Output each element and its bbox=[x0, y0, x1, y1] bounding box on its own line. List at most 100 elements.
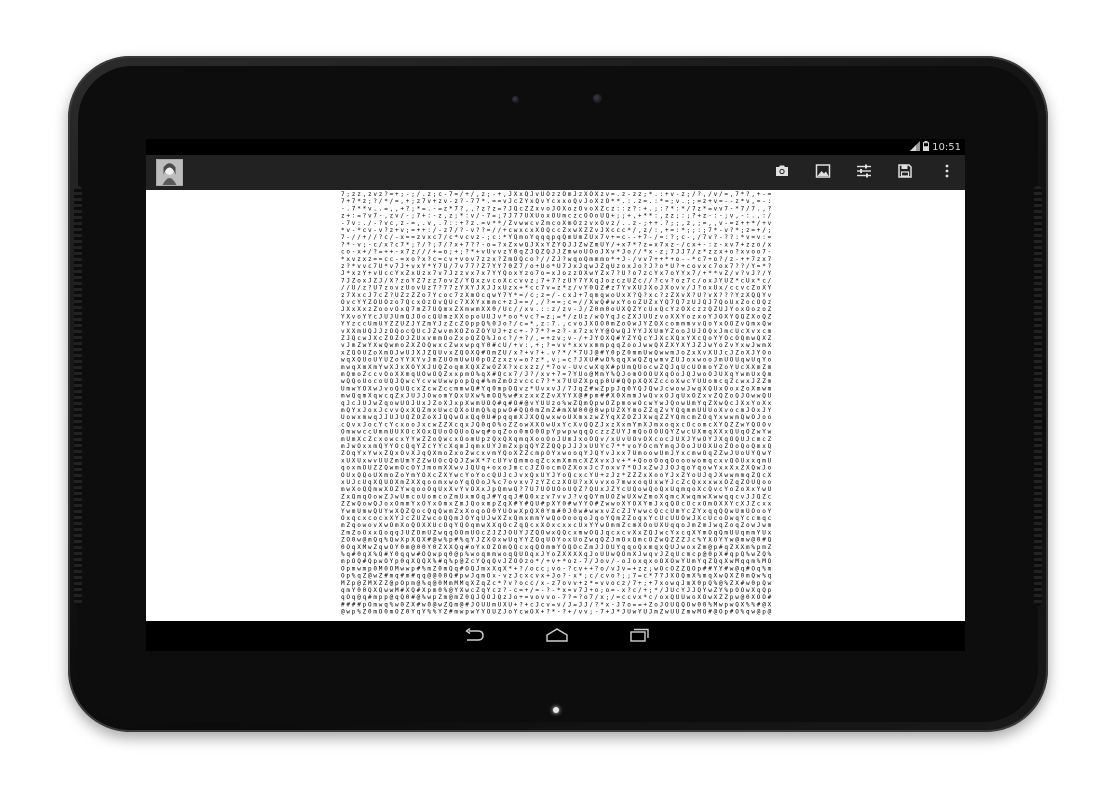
ascii-glyph: o bbox=[530, 270, 534, 277]
ascii-glyph: - bbox=[341, 205, 345, 212]
ascii-glyph: w bbox=[746, 537, 750, 544]
ascii-glyph: w bbox=[762, 385, 766, 392]
gallery-button[interactable] bbox=[810, 160, 836, 186]
ascii-glyph: m bbox=[406, 544, 410, 551]
home-button[interactable] bbox=[542, 626, 572, 646]
ascii-glyph: % bbox=[352, 573, 356, 580]
ascii-glyph: c bbox=[741, 277, 745, 284]
ascii-glyph: / bbox=[492, 227, 496, 234]
ascii-glyph: J bbox=[660, 551, 664, 558]
ascii-glyph: x bbox=[357, 414, 361, 421]
ascii-glyph: m bbox=[454, 493, 458, 500]
ascii-glyph: / bbox=[541, 256, 545, 263]
ascii-glyph: c bbox=[373, 313, 377, 320]
ascii-glyph: q bbox=[390, 529, 394, 536]
ascii-glyph: + bbox=[616, 256, 620, 263]
ascii-glyph: Z bbox=[649, 299, 653, 306]
ascii-glyph: x bbox=[346, 256, 350, 263]
ascii-glyph: w bbox=[427, 515, 431, 522]
camera-button[interactable] bbox=[769, 160, 795, 186]
ascii-glyph: ? bbox=[643, 292, 647, 299]
ascii-glyph: Z bbox=[508, 220, 512, 227]
ascii-glyph: O bbox=[541, 529, 545, 536]
ascii-glyph: Q bbox=[346, 407, 350, 414]
ascii-glyph: q bbox=[746, 609, 750, 616]
ascii-glyph: Q bbox=[346, 378, 350, 385]
ascii-glyph: # bbox=[703, 565, 707, 572]
ascii-glyph: c bbox=[676, 493, 680, 500]
ascii-glyph: o bbox=[573, 450, 577, 457]
ascii-glyph: Q bbox=[735, 393, 739, 400]
ascii-glyph: M bbox=[735, 558, 739, 565]
ascii-glyph: : bbox=[762, 213, 766, 220]
ascii-glyph: c bbox=[692, 551, 696, 558]
ascii-glyph: c bbox=[535, 565, 539, 572]
ascii-glyph: J bbox=[616, 565, 620, 572]
ascii-glyph: - bbox=[633, 234, 637, 241]
ascii-glyph: O bbox=[562, 544, 566, 551]
ascii-glyph: Y bbox=[341, 508, 345, 515]
ascii-glyph: J bbox=[714, 277, 718, 284]
ascii-glyph: m bbox=[703, 529, 707, 536]
ascii-glyph: U bbox=[768, 486, 772, 493]
ascii-glyph: J bbox=[584, 198, 588, 205]
ascii-glyph: 0 bbox=[627, 349, 631, 356]
ascii-glyph: x bbox=[384, 241, 388, 248]
ascii-glyph: Y bbox=[562, 421, 566, 428]
ascii-art-image[interactable]: 7; z z, z v z? = +; -; /. z; c -7 = / + /, z; - +, J Xx Q Jv U Oz… bbox=[340, 190, 774, 621]
ascii-glyph: + bbox=[611, 213, 615, 220]
ascii-glyph: o bbox=[654, 601, 658, 608]
ascii-glyph: Q bbox=[719, 299, 723, 306]
ascii-glyph: q bbox=[519, 522, 523, 529]
settings-button[interactable] bbox=[851, 160, 877, 186]
ascii-glyph: O bbox=[514, 400, 518, 407]
overflow-menu-button[interactable] bbox=[934, 160, 960, 186]
ascii-glyph: Z bbox=[541, 457, 545, 464]
ascii-glyph: J bbox=[584, 587, 588, 594]
ascii-glyph: q bbox=[395, 594, 399, 601]
ascii-glyph: Z bbox=[735, 349, 739, 356]
ascii-glyph: z bbox=[341, 263, 345, 270]
ascii-glyph: v bbox=[357, 241, 361, 248]
ascii-glyph: U bbox=[476, 436, 480, 443]
ascii-glyph: z bbox=[643, 565, 647, 572]
ascii-glyph: m bbox=[638, 421, 642, 428]
ascii-glyph: m bbox=[363, 414, 367, 421]
ascii-glyph: ; bbox=[687, 213, 691, 220]
ascii-glyph: J bbox=[552, 205, 556, 212]
ascii-glyph: c bbox=[649, 594, 653, 601]
ascii-glyph: # bbox=[762, 537, 766, 544]
ascii-glyph: J bbox=[492, 285, 496, 292]
ascii-glyph: q bbox=[498, 429, 502, 436]
ascii-glyph: v bbox=[714, 191, 718, 198]
ascii-glyph: J bbox=[579, 443, 583, 450]
ascii-glyph: o bbox=[676, 256, 680, 263]
ascii-glyph: Q bbox=[498, 393, 502, 400]
back-button[interactable] bbox=[459, 626, 489, 646]
ascii-glyph: J bbox=[714, 371, 718, 378]
ascii-glyph: m bbox=[514, 414, 518, 421]
ascii-glyph: z bbox=[606, 472, 610, 479]
ascii-glyph: ? bbox=[341, 241, 345, 248]
ascii-glyph: X bbox=[519, 414, 523, 421]
ascii-glyph: q bbox=[697, 385, 701, 392]
ascii-glyph: m bbox=[633, 522, 637, 529]
ascii-glyph: m bbox=[762, 342, 766, 349]
ascii-glyph: @ bbox=[449, 594, 453, 601]
ascii-glyph: Y bbox=[438, 443, 442, 450]
ascii-glyph: U bbox=[503, 508, 507, 515]
ascii-glyph: p bbox=[768, 587, 772, 594]
ascii-glyph: X bbox=[746, 465, 750, 472]
ascii-glyph: Q bbox=[352, 349, 356, 356]
recents-button[interactable] bbox=[624, 626, 654, 646]
ascii-glyph: O bbox=[730, 357, 734, 364]
ascii-glyph: q bbox=[757, 457, 761, 464]
ascii-glyph: w bbox=[665, 609, 669, 616]
ascii-glyph: 0 bbox=[352, 537, 356, 544]
ascii-glyph: o bbox=[438, 393, 442, 400]
app-icon[interactable] bbox=[156, 159, 183, 186]
ascii-glyph: - bbox=[492, 191, 496, 198]
save-button[interactable] bbox=[892, 160, 918, 186]
ascii-glyph: Z bbox=[589, 457, 593, 464]
ascii-glyph: + bbox=[541, 609, 545, 616]
